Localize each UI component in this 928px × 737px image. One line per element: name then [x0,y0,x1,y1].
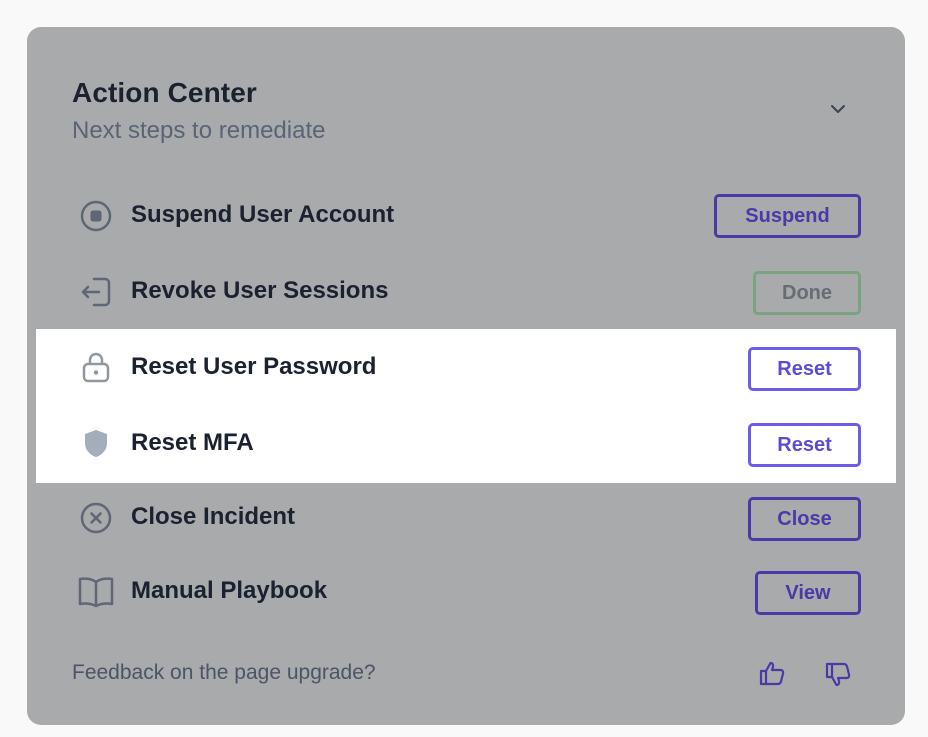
done-button: Done [753,271,861,315]
action-row-suspend-user-account: Suspend User Account Suspend [27,178,905,254]
card-title: Action Center [72,77,257,108]
action-label: Revoke User Sessions [131,277,389,304]
action-label: Suspend User Account [131,201,395,228]
book-icon [78,577,114,608]
suspend-button[interactable]: Suspend [714,194,861,238]
action-label: Reset User Password [131,353,377,380]
action-label: Close Incident [131,503,296,530]
feedback-prompt: Feedback on the page upgrade? [72,661,376,684]
thumbs-up-icon[interactable] [758,659,786,687]
action-row-reset-mfa: Reset MFA Reset [27,406,905,482]
thumbs-down-icon[interactable] [824,661,852,689]
action-row-close-incident: Close Incident Close [27,481,905,557]
close-incident-button[interactable]: Close [748,497,861,541]
lock-icon [82,352,110,383]
logout-icon [81,277,111,307]
action-row-manual-playbook: Manual Playbook View [27,556,905,632]
card-subtitle: Next steps to remediate [72,117,326,144]
reset-mfa-button[interactable]: Reset [748,423,861,467]
reset-password-button[interactable]: Reset [748,347,861,391]
action-label: Reset MFA [131,429,254,456]
view-playbook-button[interactable]: View [755,571,861,615]
action-row-reset-user-password: Reset User Password Reset [27,330,905,406]
action-label: Manual Playbook [131,577,328,604]
shield-icon [85,430,107,457]
action-center-card: Action Center Next steps to remediate Su… [27,27,905,725]
stop-circle-icon [80,200,112,232]
action-row-revoke-user-sessions: Revoke User Sessions Done [27,254,905,330]
x-circle-icon [80,502,112,534]
chevron-down-icon[interactable] [828,99,848,119]
